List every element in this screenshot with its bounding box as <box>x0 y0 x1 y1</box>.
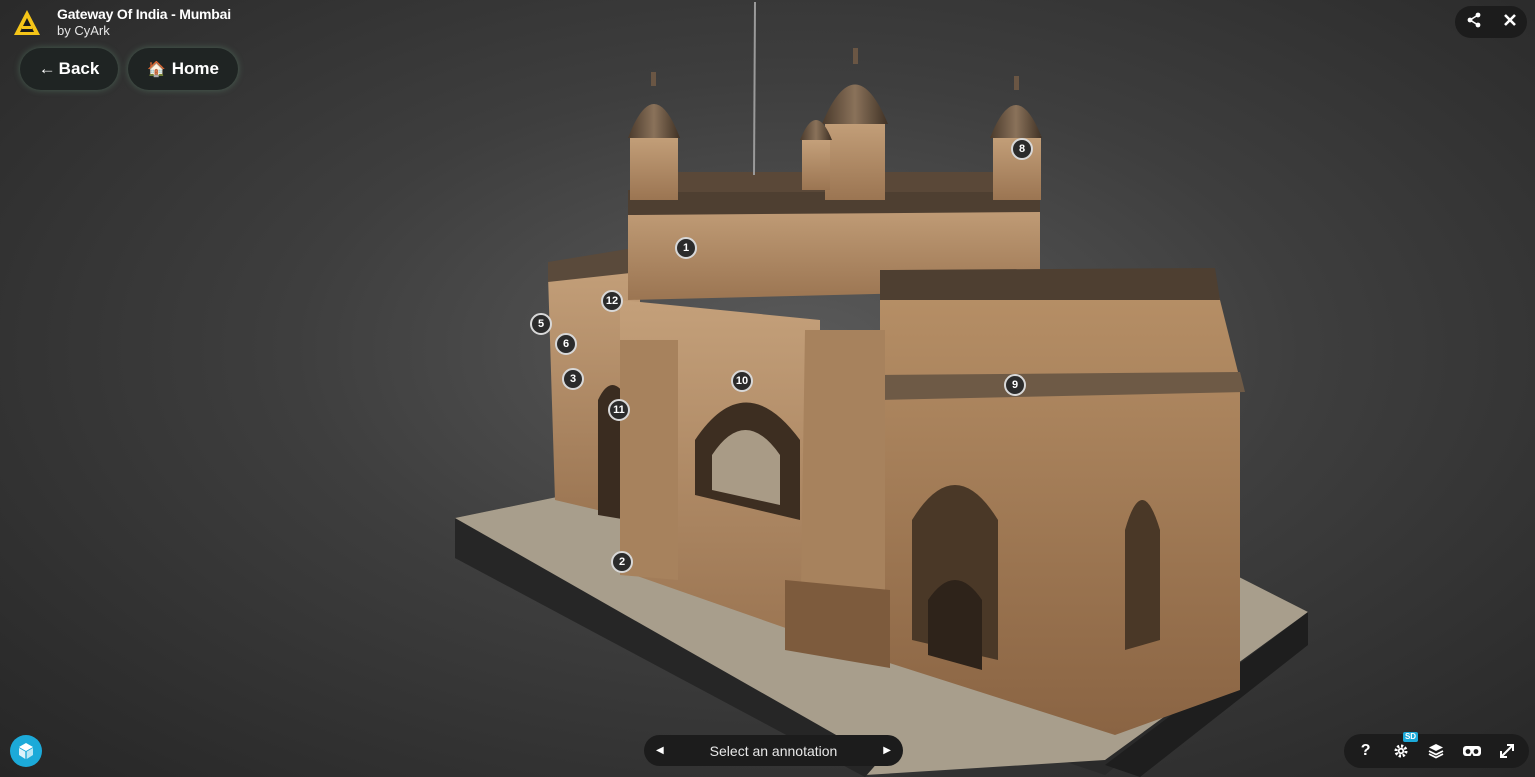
sketchfab-logo-icon[interactable] <box>10 735 42 767</box>
annotation-hotspot-6[interactable]: 6 <box>555 333 577 355</box>
annotation-navigator: ◀ Select an annotation ▶ <box>644 735 903 766</box>
cyark-logo-icon <box>14 10 40 35</box>
home-button[interactable]: 🏠 Home <box>128 48 238 90</box>
settings-gear-icon[interactable]: SD <box>1388 732 1419 764</box>
annotation-hotspot-1[interactable]: 1 <box>675 237 697 259</box>
top-right-controls <box>1455 6 1527 38</box>
annotation-hotspot-9[interactable]: 9 <box>1004 374 1026 396</box>
model-author[interactable]: by CyArk <box>57 23 231 39</box>
annotation-hotspot-3[interactable]: 3 <box>562 368 584 390</box>
annotation-hotspot-10[interactable]: 10 <box>731 370 753 392</box>
previous-annotation-icon[interactable]: ◀ <box>656 745 664 756</box>
next-annotation-icon[interactable]: ▶ <box>883 745 891 756</box>
home-label: Home <box>171 59 219 78</box>
vr-headset-icon[interactable] <box>1459 738 1485 764</box>
share-icon[interactable] <box>1466 12 1482 33</box>
back-arrow-icon: ← <box>38 59 56 78</box>
quality-badge: SD <box>1402 732 1419 742</box>
viewer-toolbar: ? SD <box>1344 732 1529 768</box>
annotation-select-label[interactable]: Select an annotation <box>710 743 838 759</box>
layers-icon[interactable] <box>1423 738 1449 764</box>
annotation-hotspot-8[interactable]: 8 <box>1011 138 1033 160</box>
model-title[interactable]: Gateway Of India - Mumbai <box>57 6 231 23</box>
3d-viewer-canvas[interactable] <box>0 0 1535 777</box>
back-button[interactable]: ← Back <box>20 48 118 90</box>
model-info: Gateway Of India - Mumbai by CyArk <box>57 6 231 39</box>
annotation-hotspot-11[interactable]: 11 <box>608 399 630 421</box>
help-icon[interactable]: ? <box>1353 738 1379 764</box>
back-label: Back <box>58 59 100 78</box>
annotation-hotspot-12[interactable]: 12 <box>601 290 623 312</box>
gateway-3d-model[interactable] <box>0 0 1535 777</box>
fullscreen-icon[interactable] <box>1494 738 1520 764</box>
home-icon: 🏠 <box>147 61 166 78</box>
annotation-hotspot-2[interactable]: 2 <box>611 551 633 573</box>
annotation-hotspot-5[interactable]: 5 <box>530 313 552 335</box>
close-icon[interactable] <box>1503 13 1517 32</box>
